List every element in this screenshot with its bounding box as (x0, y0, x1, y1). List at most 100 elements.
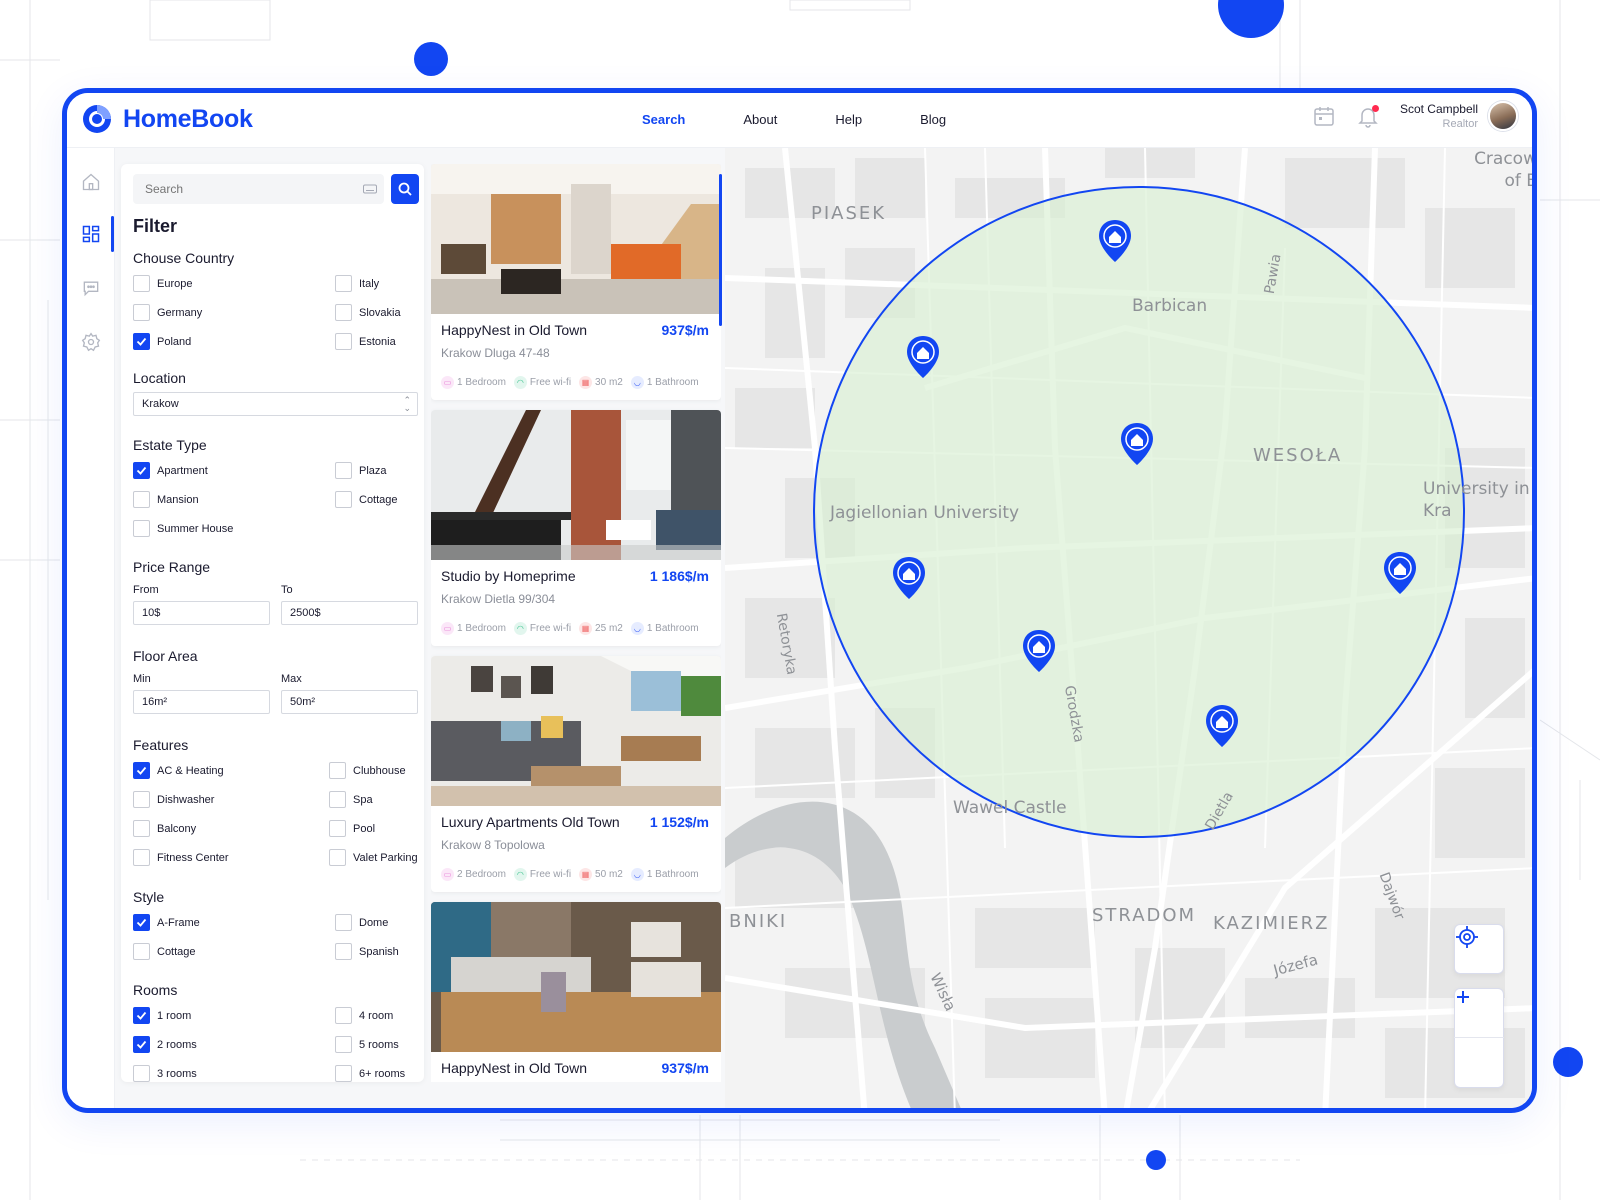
feature-checkbox[interactable]: Spa (329, 791, 373, 808)
nav-blog[interactable]: Blog (920, 112, 946, 127)
logo[interactable]: HomeBook (81, 103, 253, 135)
check-icon (136, 918, 147, 927)
listing-title: HappyNest in Old Town (441, 322, 588, 338)
nav-help[interactable]: Help (835, 112, 862, 127)
search-button[interactable] (391, 174, 419, 204)
feature-checkbox[interactable]: AC & Heating (133, 762, 224, 779)
user-role: Realtor (1442, 118, 1478, 130)
country-checkbox[interactable]: Poland (133, 333, 191, 350)
bath-icon: ◡ (630, 868, 644, 881)
map-pin[interactable] (890, 555, 928, 601)
bed-icon: ▭ (441, 622, 454, 635)
rooms-checkbox[interactable]: 3 rooms (133, 1065, 197, 1082)
map-view[interactable]: PIASEK Barbican Pawia WESOŁA Jagiellonia… (725, 148, 1532, 1108)
rooms-checkbox[interactable]: 5 rooms (335, 1036, 399, 1053)
search-input[interactable] (133, 174, 384, 204)
amenity-bedrooms: ▭ 1 Bedroom (441, 376, 506, 389)
style-checkbox[interactable]: Cottage (133, 943, 196, 960)
estate-type-checkbox[interactable]: Summer House (133, 520, 233, 537)
feature-checkbox[interactable]: Dishwasher (133, 791, 214, 808)
rail-messages[interactable] (77, 274, 105, 302)
estate-type-checkbox[interactable]: Mansion (133, 491, 199, 508)
map-pin[interactable] (1203, 703, 1241, 749)
map-pin[interactable] (1118, 421, 1156, 467)
calendar-icon[interactable] (1312, 104, 1336, 128)
zoom-out-button[interactable] (1454, 996, 1504, 1087)
checkbox-box (335, 914, 352, 931)
checkbox-label: 3 rooms (157, 1067, 197, 1080)
checkbox-label: Germany (157, 306, 203, 319)
style-checkbox[interactable]: A-Frame (133, 914, 200, 931)
amenity-wifi: ◠ Free wi-fi (513, 376, 571, 389)
rooms-checkbox[interactable]: 2 rooms (133, 1036, 197, 1053)
location-select[interactable]: Krakow ⌃ ⌄ (133, 392, 418, 416)
settings-icon (81, 332, 101, 352)
estate-type-checkbox[interactable]: Apartment (133, 462, 208, 479)
amenity-label: 1 Bedroom (457, 623, 506, 634)
feature-checkbox[interactable]: Balcony (133, 820, 196, 837)
user-info[interactable]: Scot Campbell Realtor (1400, 102, 1478, 130)
bath-icon: ◡ (630, 376, 644, 389)
estate-type-checkbox[interactable]: Cottage (335, 491, 398, 508)
rail-settings[interactable] (77, 328, 105, 356)
checkbox-box (133, 520, 150, 537)
feature-checkbox[interactable]: Valet Parking (329, 849, 418, 866)
listing-card[interactable]: HappyNest in Old Town 937$/m Krakow Dlug… (431, 164, 721, 400)
listing-card[interactable]: Luxury Apartments Old Town 1 152$/m Krak… (431, 656, 721, 892)
search-icon (398, 182, 412, 196)
rooms-checkbox[interactable]: 4 room (335, 1007, 393, 1024)
side-rail (67, 148, 115, 1108)
country-checkbox[interactable]: Germany (133, 304, 202, 321)
check-icon (136, 1011, 147, 1020)
nav-about[interactable]: About (743, 112, 777, 127)
estate-type-checkbox[interactable]: Plaza (335, 462, 387, 479)
map-pin[interactable] (904, 334, 942, 380)
country-checkbox[interactable]: Estonia (335, 333, 396, 350)
price-from-value: 10$ (142, 607, 161, 619)
map-pin[interactable] (1020, 628, 1058, 674)
checkbox-box (329, 762, 346, 779)
feature-checkbox[interactable]: Pool (329, 820, 375, 837)
chat-icon (83, 281, 99, 297)
amenity-area: ▦ 25 m2 (579, 622, 623, 635)
price-to-input[interactable]: 2500$ (281, 601, 418, 625)
checkbox-box (329, 849, 346, 866)
keyboard-icon[interactable] (363, 182, 377, 196)
checkbox-label: 2 rooms (157, 1038, 197, 1051)
app-name: HomeBook (123, 104, 253, 133)
nav-search[interactable]: Search (642, 112, 685, 127)
rooms-checkbox[interactable]: 1 room (133, 1007, 191, 1024)
floor-min-input[interactable]: 16m² (133, 690, 270, 714)
checkbox-label: Mansion (157, 493, 199, 506)
listing-card[interactable]: HappyNest in Old Town 937$/m (431, 902, 721, 1082)
map-canvas (725, 148, 1532, 1108)
checkbox-label: Cottage (157, 945, 196, 958)
style-checkbox[interactable]: Spanish (335, 943, 399, 960)
zoom-out-icon (1457, 996, 1469, 998)
country-checkbox[interactable]: Europe (133, 275, 192, 292)
wifi-icon: ◠ (513, 622, 527, 635)
checkbox-label: Dome (359, 916, 389, 929)
feature-checkbox[interactable]: Fitness Center (133, 849, 229, 866)
checkbox-label: Clubhouse (353, 764, 406, 777)
listing-card[interactable]: Studio by Homeprime 1 186$/m Krakow Diet… (431, 410, 721, 646)
feature-checkbox[interactable]: Clubhouse (329, 762, 406, 779)
price-from-input[interactable]: 10$ (133, 601, 270, 625)
country-checkbox[interactable]: Slovakia (335, 304, 401, 321)
map-pin[interactable] (1381, 550, 1419, 596)
area-icon: ▦ (579, 868, 593, 881)
floor-max-input[interactable]: 50m² (281, 690, 418, 714)
map-pin[interactable] (1096, 218, 1134, 264)
locate-button[interactable] (1454, 924, 1504, 974)
bath-icon: ◡ (630, 622, 644, 635)
avatar[interactable] (1488, 101, 1518, 131)
style-checkbox[interactable]: Dome (335, 914, 388, 931)
amenities-row: ▭ 1 Bedroom ◠ Free wi-fi ▦ 25 m2 ◡ 1 Bathroo… (441, 622, 707, 635)
rooms-checkbox[interactable]: 6+ rooms (335, 1065, 405, 1082)
country-title: Chouse Country (133, 250, 235, 266)
listings-scrollbar[interactable] (719, 174, 722, 326)
rail-home[interactable] (77, 168, 105, 196)
rail-dashboard[interactable] (77, 220, 105, 248)
country-checkbox[interactable]: Italy (335, 275, 379, 292)
notifications-button[interactable] (1356, 104, 1380, 128)
